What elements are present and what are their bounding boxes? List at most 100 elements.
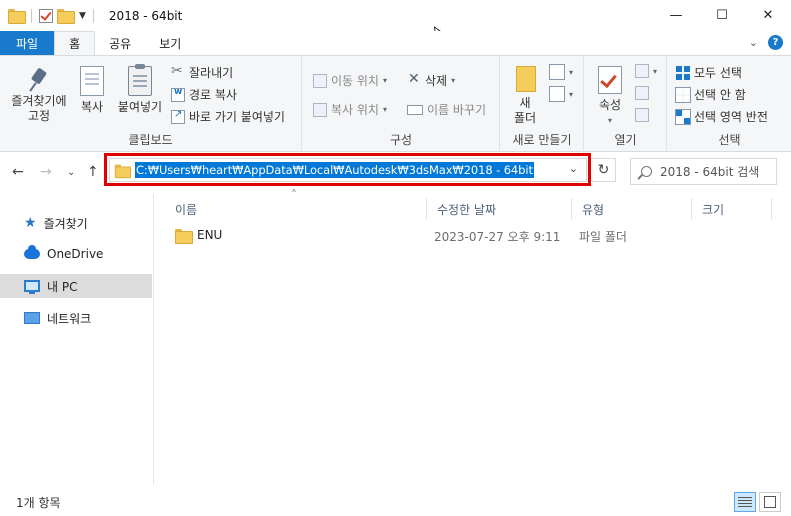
customize-toolbar-dropdown-icon[interactable]: ▼ (79, 11, 86, 21)
sidebar-item-label: OneDrive (47, 247, 104, 261)
copy-to-button[interactable]: 복사 위치 ▾ (313, 101, 387, 118)
refresh-button[interactable]: ↻ (592, 158, 616, 182)
properties-button[interactable]: 속성 ▾ (593, 66, 627, 128)
easy-access-button[interactable]: ▾ (549, 86, 573, 102)
history-icon (635, 108, 649, 122)
select-none-button[interactable]: 선택 안 함 (675, 86, 746, 103)
organize-group-label: 구성 (389, 133, 413, 147)
recent-locations-chevron-icon[interactable]: ⌄ (67, 167, 75, 178)
large-icons-view-icon (764, 496, 776, 508)
copy-label: 복사 (80, 100, 104, 114)
ribbon: 즐겨찾기에 고정 복사 붙여넣기 잘라내기 경로 복사 바로 가기 붙여넣기 클… (0, 55, 791, 152)
help-icon[interactable]: ? (768, 35, 783, 50)
column-header-label: 유형 (582, 202, 605, 217)
tab-file[interactable]: 파일 (0, 31, 55, 55)
refresh-icon: ↻ (597, 162, 610, 178)
copy-path-button[interactable]: 경로 복사 (171, 86, 237, 103)
select-group-label: 선택 (718, 133, 741, 147)
history-button[interactable] (635, 108, 649, 122)
tab-view[interactable]: 보기 (145, 31, 195, 55)
paste-label: 붙여넣기 (117, 100, 163, 114)
delete-button[interactable]: 삭제 ▾ (407, 71, 455, 89)
window-title: 2018 - 64bit (108, 8, 183, 23)
forward-arrow-icon[interactable]: → (40, 164, 52, 180)
item-count: 1개 항목 (16, 495, 61, 510)
network-icon (24, 312, 40, 324)
sidebar-item-onedrive[interactable]: OneDrive (0, 242, 152, 266)
copy-button[interactable]: 복사 (76, 66, 108, 115)
column-header-name[interactable]: 이름 (165, 198, 427, 220)
column-header-label: 수정한 날짜 (437, 202, 497, 217)
move-to-button[interactable]: 이동 위치 ▾ (313, 72, 387, 89)
sidebar-item-quick-access[interactable]: ★ 즐겨찾기 (0, 211, 152, 235)
paste-shortcut-label: 바로 가기 붙여넣기 (189, 110, 285, 124)
star-icon: ★ (24, 215, 37, 231)
tab-share[interactable]: 공유 (95, 31, 145, 55)
table-row[interactable]: ENU 2023-07-27 오후 9:11 파일 폴더 (165, 224, 725, 246)
column-header-size[interactable]: 크기 (692, 198, 772, 220)
easy-access-icon (549, 86, 565, 102)
search-input[interactable]: 2018 - 64bit 검색 (630, 158, 777, 185)
rename-button[interactable]: 이름 바꾸기 (407, 101, 486, 118)
properties-icon[interactable] (39, 8, 53, 23)
sidebar-item-this-pc[interactable]: 내 PC (0, 274, 152, 298)
select-all-button[interactable]: 모두 선택 (676, 64, 742, 81)
new-folder-icon[interactable] (57, 9, 75, 24)
open-dropdown-icon: ▾ (653, 66, 658, 76)
new-group: 새 폴더 ▾ ▾ 새로 만들기 (501, 56, 584, 152)
title-bar: ▼ 2018 - 64bit — ☐ ✕ (0, 0, 791, 31)
invert-selection-button[interactable]: 선택 영역 반전 (675, 108, 768, 125)
toolbar-separator (92, 8, 94, 23)
copy-to-label: 복사 위치 (331, 103, 379, 117)
open-group: 속성 ▾ ▾ 열기 (585, 56, 667, 152)
large-icons-view-button[interactable] (759, 492, 781, 512)
rename-label: 이름 바꾸기 (427, 103, 487, 117)
toolbar-separator (31, 8, 32, 23)
up-arrow-icon[interactable]: ↑ (87, 164, 99, 180)
cloud-icon (24, 245, 40, 259)
minimize-button[interactable]: — (653, 0, 699, 31)
computer-icon (24, 280, 40, 294)
ribbon-tabs: 파일 홈 공유 보기 ⌄ ? (0, 31, 791, 55)
search-placeholder: 2018 - 64bit 검색 (660, 165, 760, 179)
select-none-label: 선택 안 함 (694, 88, 746, 102)
column-header-type[interactable]: 유형 (572, 198, 692, 220)
column-header-label: 이름 (175, 202, 198, 217)
quick-access-toolbar: ▼ (0, 0, 97, 31)
sidebar-item-label: 내 PC (47, 279, 78, 294)
move-to-dropdown-icon: ▾ (382, 76, 387, 85)
window-controls: — ☐ ✕ (653, 0, 791, 31)
sidebar-item-network[interactable]: 네트워크 (0, 306, 152, 330)
delete-icon (407, 71, 421, 88)
new-item-button[interactable]: ▾ (549, 64, 573, 80)
tab-home[interactable]: 홈 (54, 31, 96, 55)
file-type: 파일 폴더 (579, 230, 627, 244)
invert-selection-icon (675, 108, 691, 125)
sidebar-item-label: 네트워크 (47, 311, 92, 326)
column-header-modified[interactable]: 수정한 날짜 (427, 198, 572, 220)
properties-label: 속성 (598, 98, 622, 112)
paste-shortcut-button[interactable]: 바로 가기 붙여넣기 (171, 108, 285, 125)
cut-button[interactable]: 잘라내기 (171, 63, 233, 81)
properties-icon (598, 66, 622, 94)
edit-button[interactable] (635, 86, 649, 100)
pin-quick-access-button[interactable]: 즐겨찾기에 고정 (6, 66, 72, 124)
open-group-label: 열기 (614, 133, 637, 147)
delete-label: 삭제 (425, 74, 448, 88)
folder-icon (8, 9, 26, 24)
properties-dropdown-icon: ▾ (607, 116, 612, 125)
collapse-ribbon-icon[interactable]: ⌄ (749, 36, 758, 49)
ribbon-controls: ⌄ ? (749, 35, 783, 50)
copy-to-icon (313, 102, 327, 117)
new-folder-button[interactable]: 새 폴더 (511, 66, 539, 126)
clipboard-group-label: 클립보드 (128, 133, 173, 147)
details-view-button[interactable] (734, 492, 756, 512)
copy-to-dropdown-icon: ▾ (382, 105, 387, 114)
organize-group: 이동 위치 ▾ 복사 위치 ▾ 삭제 ▾ 이름 바꾸기 구성 (303, 56, 500, 152)
close-button[interactable]: ✕ (745, 0, 791, 31)
open-button[interactable]: ▾ (635, 64, 657, 78)
back-arrow-icon[interactable]: ← (12, 164, 24, 180)
copy-path-label: 경로 복사 (189, 88, 237, 102)
maximize-button[interactable]: ☐ (699, 0, 745, 31)
paste-button[interactable]: 붙여넣기 (114, 64, 166, 115)
